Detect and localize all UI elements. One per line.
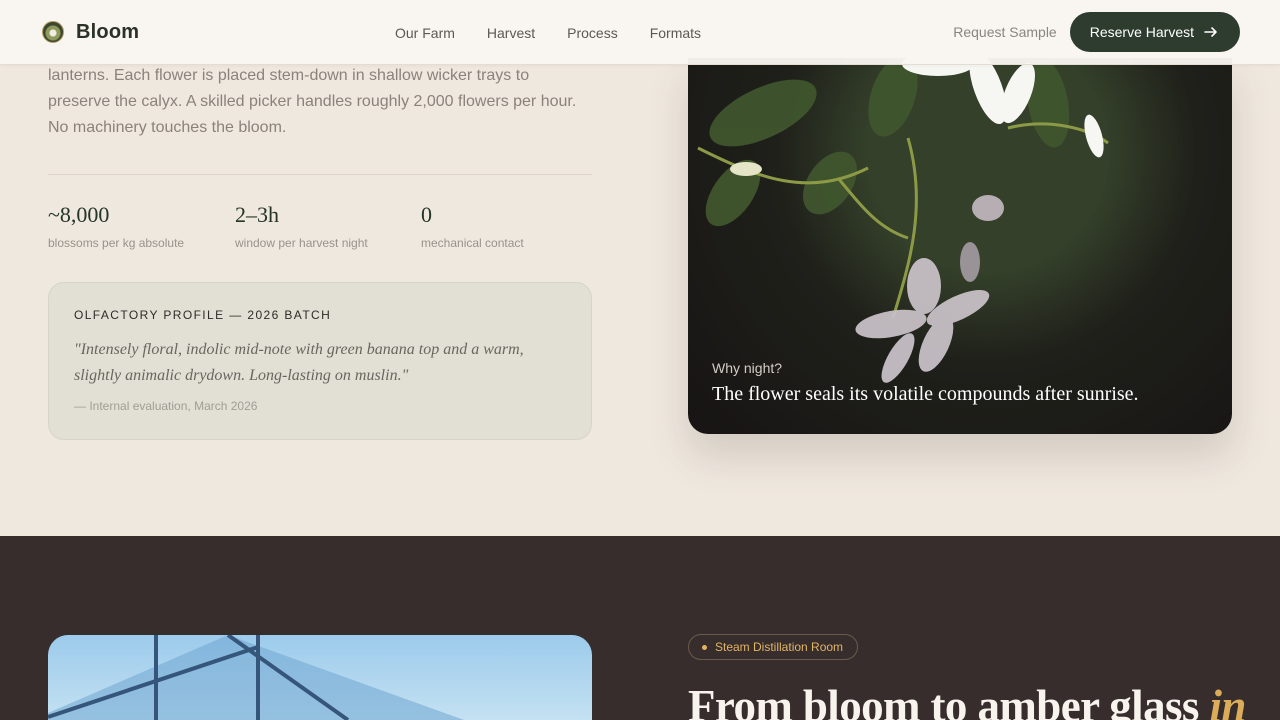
nav-link-our-farm[interactable]: Our Farm [395, 25, 455, 41]
jasmine-logo-icon [42, 21, 64, 43]
nav-actions: Request Sample Reserve Harvest [953, 12, 1240, 52]
stat-window: 2–3h window per harvest night [235, 202, 368, 250]
badge-label: Steam Distillation Room [715, 640, 844, 654]
jasmine-photo-illustration [697, 58, 1109, 383]
status-dot-icon [702, 644, 707, 650]
harvest-intro-text: lanterns. Each flower is placed stem-dow… [48, 67, 577, 136]
arrow-right-icon [1204, 27, 1217, 37]
stat-blossoms: ~8,000 blossoms per kg absolute [48, 202, 184, 250]
top-navigation: Bloom Our Farm Harvest Process Formats R… [0, 0, 1280, 65]
stat-label: mechanical contact [421, 236, 524, 250]
stat-label: blossoms per kg absolute [48, 236, 185, 250]
olfactory-profile-card: OLFACTORY PROFILE — 2026 BATCH "Intensel… [48, 282, 592, 440]
headline-accent: in [1209, 681, 1246, 720]
steam-distillation-badge: Steam Distillation Room [688, 634, 859, 660]
photo-caption-question: Why night? [712, 360, 783, 376]
section-divider [48, 174, 592, 175]
profile-quote: "Intensely floral, indolic mid-note with… [74, 341, 524, 384]
stat-contact: 0 mechanical contact [421, 202, 524, 250]
profile-title: OLFACTORY PROFILE — 2026 BATCH [74, 308, 332, 322]
distillation-room-photo [48, 635, 592, 720]
nav-link-formats[interactable]: Formats [650, 25, 701, 41]
reserve-harvest-label: Reserve Harvest [1089, 24, 1194, 40]
brand-name: Bloom [76, 20, 140, 43]
stat-value: 2–3h [235, 202, 279, 227]
nav-link-harvest[interactable]: Harvest [487, 25, 535, 41]
brand[interactable]: Bloom [42, 21, 139, 44]
stat-value: ~8,000 [48, 202, 110, 227]
nav-link-process[interactable]: Process [567, 25, 618, 41]
distillation-headline: From bloom to amber glass in [688, 681, 1246, 720]
reserve-harvest-button[interactable]: Reserve Harvest [1069, 12, 1240, 52]
stat-label: window per harvest night [235, 236, 368, 250]
photo-caption-answer: The flower seals its volatile compounds … [712, 383, 1139, 405]
profile-credit: — Internal evaluation, March 2026 [74, 399, 258, 413]
night-jasmine-photo: Why night? The flower seals its volatile… [688, 58, 1232, 434]
headline-start: From bloom to amber glass [688, 681, 1199, 720]
request-sample-link[interactable]: Request Sample [953, 24, 1057, 40]
stat-value: 0 [421, 202, 432, 227]
glass-building-illustration [48, 635, 465, 720]
main-menu: Our Farm Harvest Process Formats [395, 0, 701, 65]
